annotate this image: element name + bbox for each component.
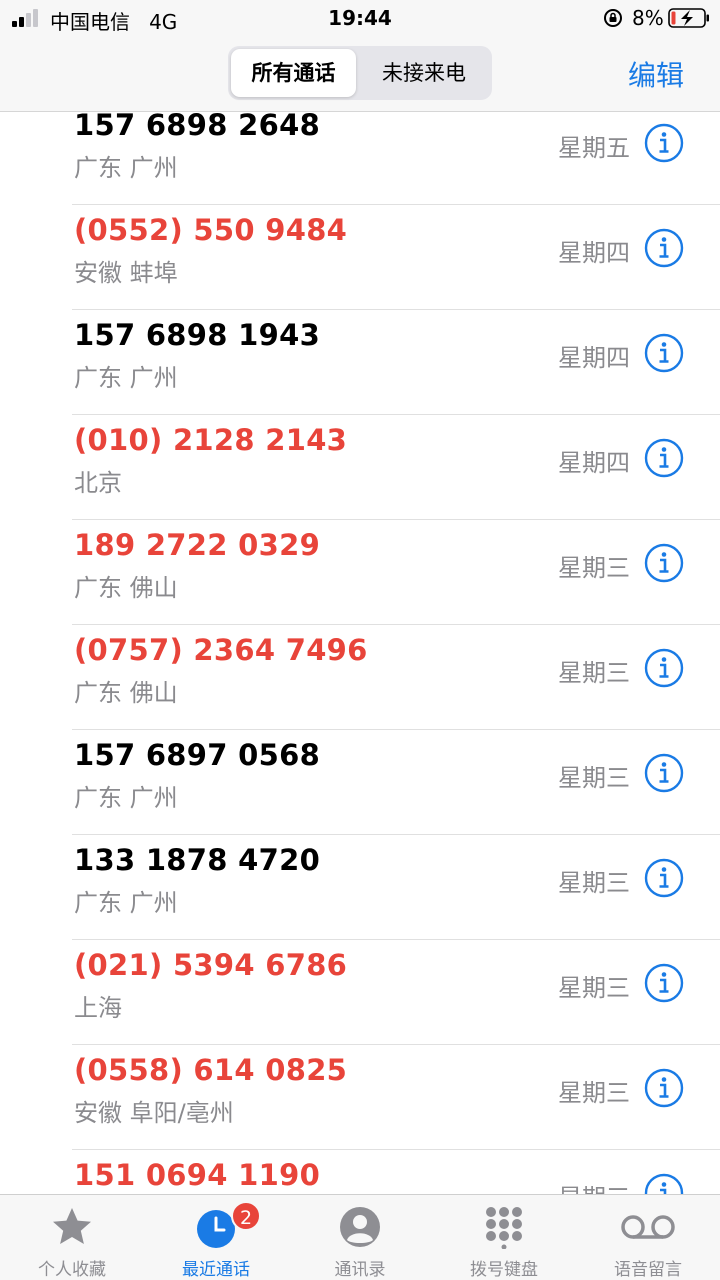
call-number: (010) 2128 2143 [74,423,348,457]
call-day: 星期三 [558,764,630,792]
missed-calls-badge: 2 [231,1201,261,1231]
call-location: 广东 广州 [74,889,178,917]
call-row[interactable]: (021) 5394 6786 上海 星期三 [0,940,720,1045]
call-day: 星期三 [558,1178,630,1194]
call-number: 157 6898 2648 [74,112,321,142]
info-icon[interactable] [644,648,684,688]
segment-missed-calls[interactable]: 未接来电 [359,49,489,97]
call-row[interactable]: 157 6897 0568 广东 广州 星期三 [0,730,720,835]
tab-bar: 个人收藏 2 最近通话 通讯录 拨号键盘 语音留言 [0,1194,720,1280]
call-day: 星期三 [558,974,630,1002]
recent-calls-list: 157 6898 2648 广东 广州 星期五 (0552) 550 9484 安徽 蚌… [0,112,720,1194]
call-location: 广东 广州 [74,784,178,812]
call-day: 星期四 [558,239,630,267]
call-location: 广东 佛山 [74,679,178,707]
call-row[interactable]: 157 6898 2648 广东 广州 星期五 [0,112,720,205]
battery-charging-icon [668,8,709,28]
call-location: 安徽 阜阳/亳州 [74,1099,234,1127]
tab-keypad[interactable]: 拨号键盘 [432,1195,576,1280]
call-location: 安徽 蚌埠 [74,259,178,287]
info-icon[interactable] [644,1173,684,1194]
tab-keypad-label: 拨号键盘 [470,1260,538,1280]
info-icon[interactable] [644,228,684,268]
info-icon[interactable] [644,963,684,1003]
tab-voicemail-label: 语音留言 [614,1260,682,1280]
tab-contacts[interactable]: 通讯录 [288,1195,432,1280]
call-row[interactable]: (010) 2128 2143 北京 星期四 [0,415,720,520]
nav-bar: 所有通话 未接来电 编辑 [0,38,720,112]
call-day: 星期三 [558,869,630,897]
call-number: (0757) 2364 7496 [74,633,368,667]
info-icon[interactable] [644,123,684,163]
call-day: 星期五 [558,134,630,162]
call-row[interactable]: 151 0694 1190 星期三 [0,1150,720,1194]
info-icon[interactable] [644,333,684,373]
call-row[interactable]: 157 6898 1943 广东 广州 星期四 [0,310,720,415]
call-number: 157 6898 1943 [74,318,321,352]
call-row[interactable]: (0757) 2364 7496 广东 佛山 星期三 [0,625,720,730]
keypad-icon [486,1207,522,1249]
tab-recents[interactable]: 2 最近通话 [144,1195,288,1280]
call-day: 星期三 [558,554,630,582]
info-icon[interactable] [644,438,684,478]
call-day: 星期三 [558,659,630,687]
call-number: (021) 5394 6786 [74,948,348,982]
call-location: 广东 广州 [74,364,178,392]
call-number: 189 2722 0329 [74,528,321,562]
call-number: 157 6897 0568 [74,738,321,772]
battery-percent: 8% [632,6,664,30]
edit-button[interactable]: 编辑 [628,54,684,94]
call-day: 星期四 [558,344,630,372]
info-icon[interactable] [644,543,684,583]
orientation-lock-icon [604,9,622,27]
tab-favorites[interactable]: 个人收藏 [0,1195,144,1280]
star-icon [53,1208,91,1244]
tab-contacts-label: 通讯录 [334,1260,386,1280]
segment-all-calls[interactable]: 所有通话 [231,49,356,97]
call-location: 上海 [74,994,122,1022]
call-filter-segmented-control: 所有通话 未接来电 [228,46,492,100]
call-number: 151 0694 1190 [74,1158,321,1192]
call-row[interactable]: 189 2722 0329 广东 佛山 星期三 [0,520,720,625]
call-location: 广东 佛山 [74,574,178,602]
call-location: 北京 [74,469,122,497]
call-location: 广东 广州 [74,154,178,182]
call-row[interactable]: (0552) 550 9484 安徽 蚌埠 星期四 [0,205,720,310]
call-day: 星期三 [558,1079,630,1107]
tab-recents-label: 最近通话 [182,1260,250,1280]
call-row[interactable]: (0558) 614 0825 安徽 阜阳/亳州 星期三 [0,1045,720,1150]
info-icon[interactable] [644,753,684,793]
info-icon[interactable] [644,858,684,898]
call-row[interactable]: 133 1878 4720 广东 广州 星期三 [0,835,720,940]
tab-favorites-label: 个人收藏 [38,1260,106,1280]
status-bar: 中国电信 4G 19:44 8% [0,0,720,38]
call-number: 133 1878 4720 [74,843,321,877]
info-icon[interactable] [644,1068,684,1108]
call-number: (0558) 614 0825 [74,1053,348,1087]
contact-icon [340,1207,380,1247]
voicemail-icon [621,1215,675,1239]
tab-voicemail[interactable]: 语音留言 [576,1195,720,1280]
call-day: 星期四 [558,449,630,477]
call-number: (0552) 550 9484 [74,213,348,247]
